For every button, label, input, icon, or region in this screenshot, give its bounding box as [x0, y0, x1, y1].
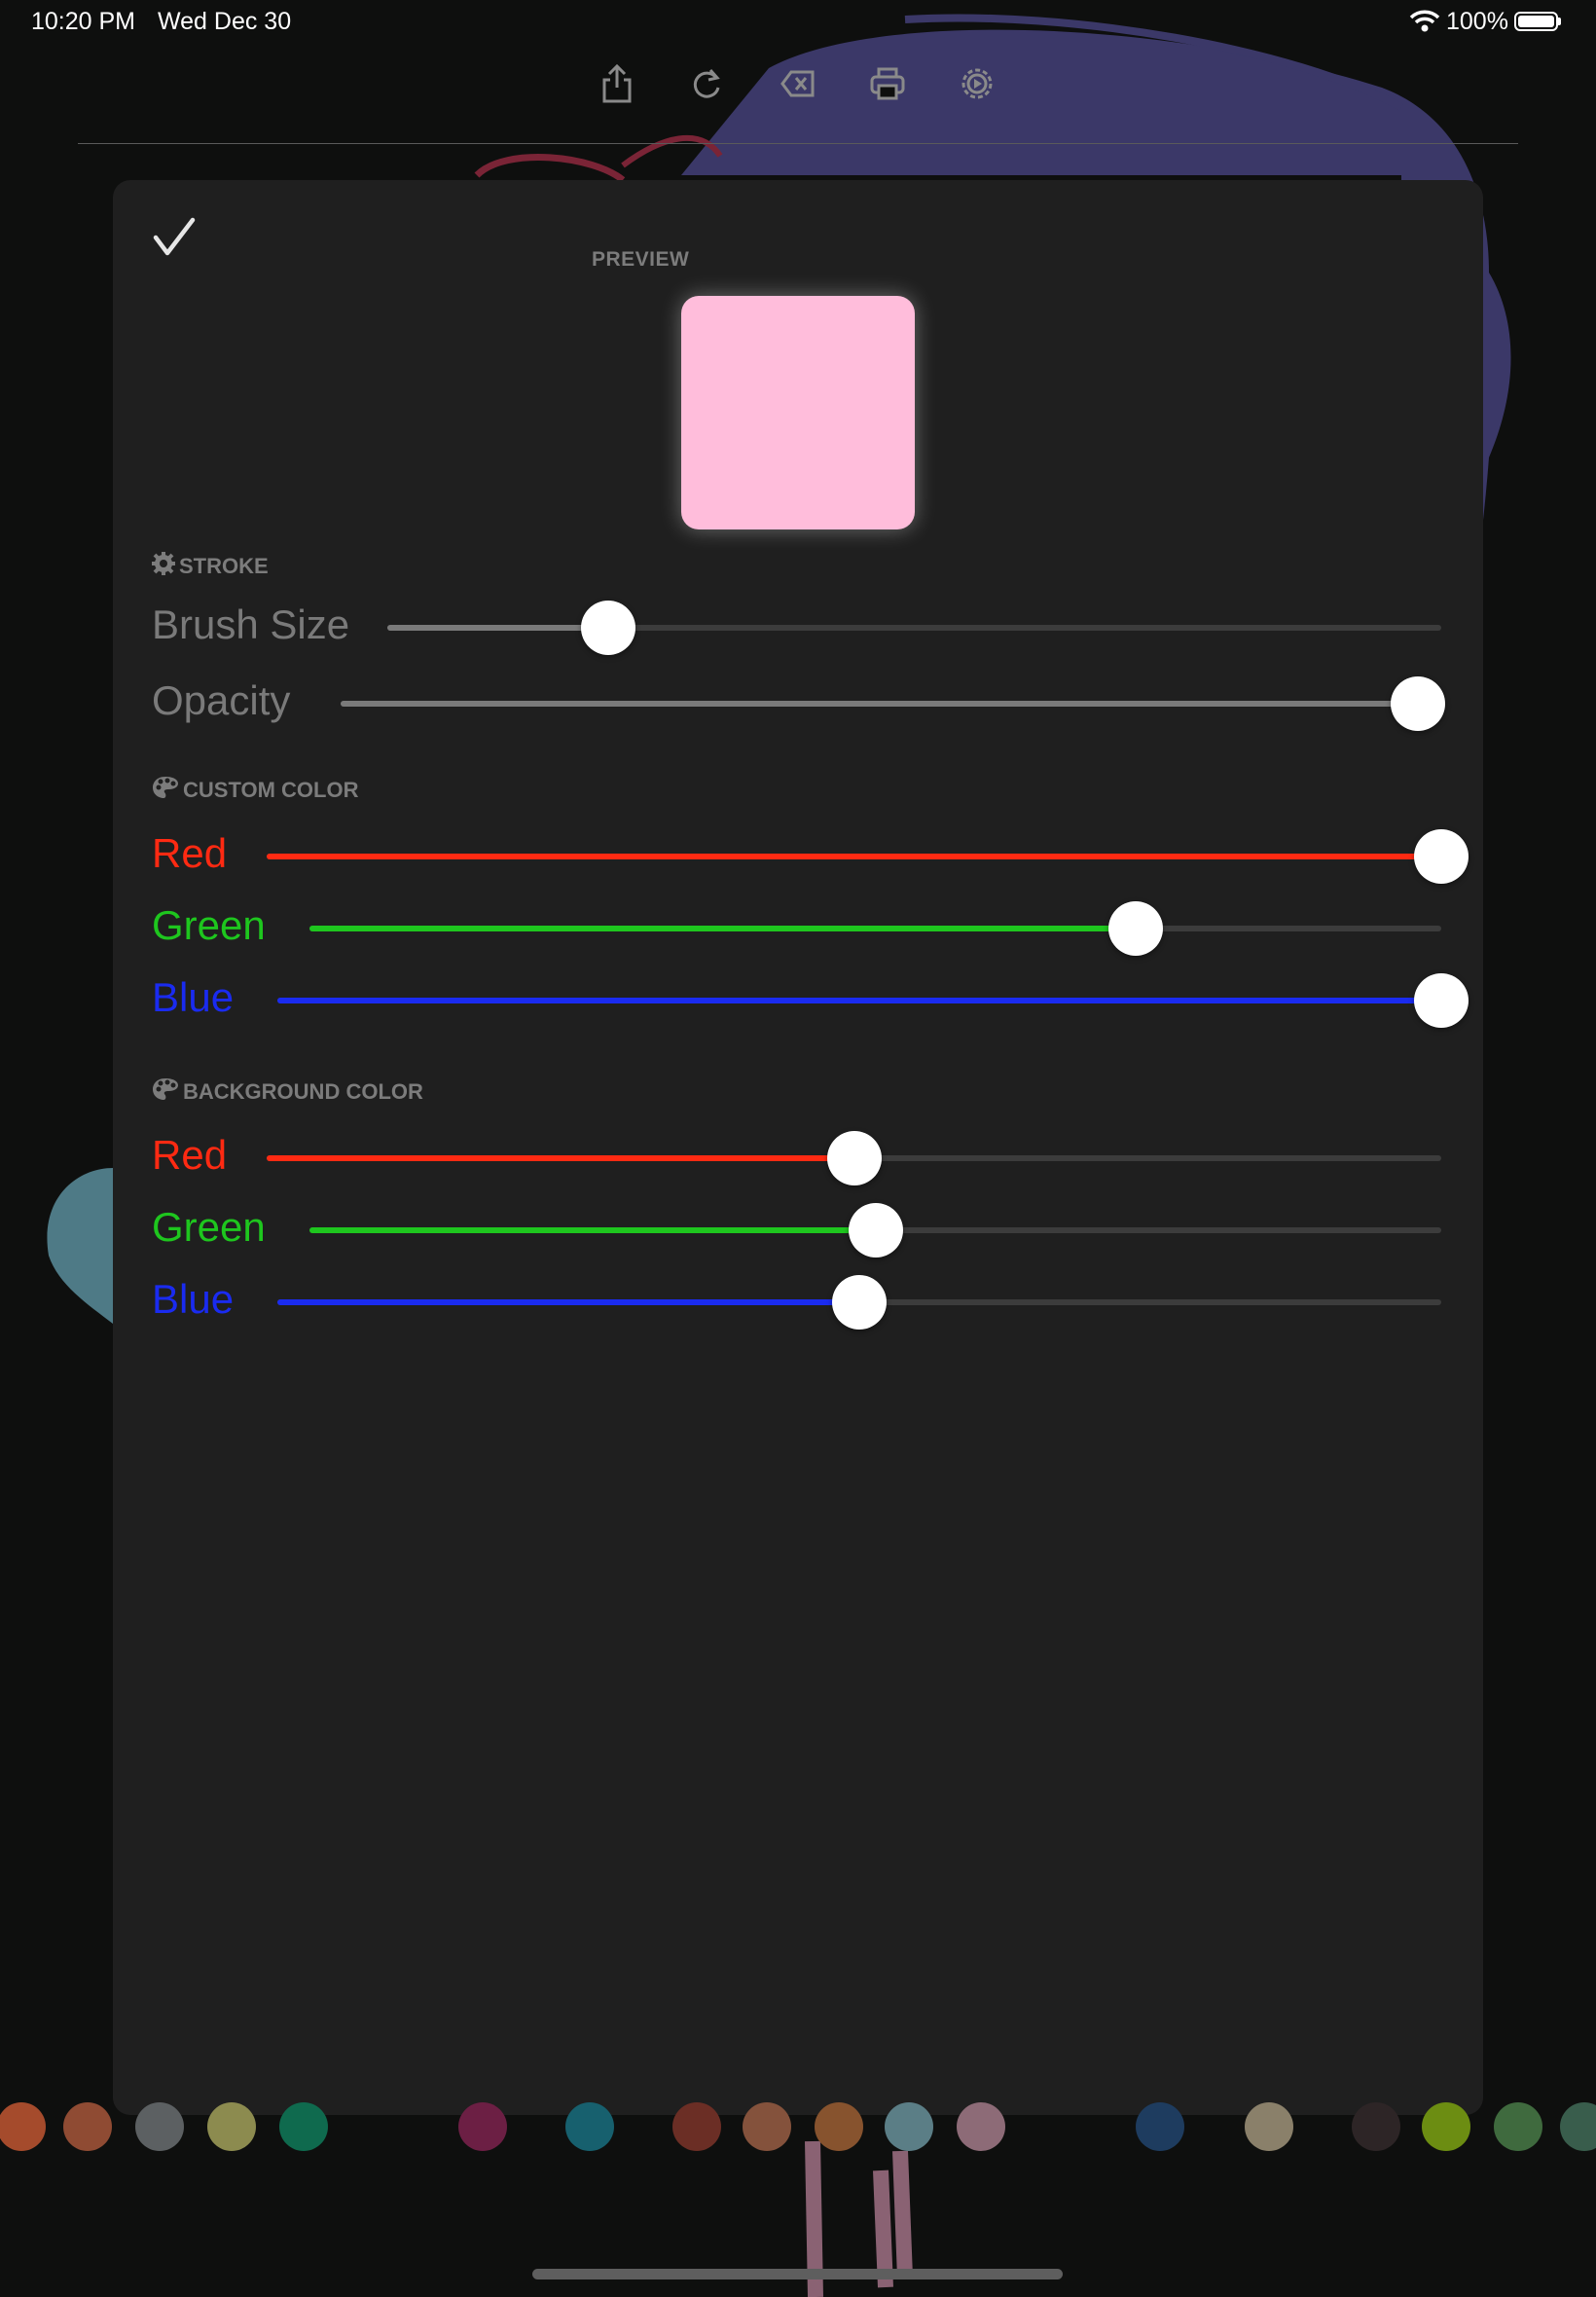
palette-color-dot[interactable]	[1422, 2102, 1470, 2151]
palette-icon	[152, 1077, 179, 1107]
custom-green-slider-fill	[309, 926, 1136, 931]
custom-red-slider[interactable]	[267, 829, 1469, 884]
opacity-slider[interactable]	[341, 676, 1445, 731]
custom-red-label: Red	[152, 830, 228, 876]
background-red-slider[interactable]	[267, 1131, 1441, 1185]
settings-icon[interactable]	[954, 60, 1000, 107]
checkmark-icon[interactable]	[152, 216, 197, 262]
palette-color-dot[interactable]	[458, 2102, 507, 2151]
background-blue-slider-fill	[277, 1299, 859, 1305]
share-icon[interactable]	[594, 60, 640, 107]
custom-color-section-heading: CUSTOM COLOR	[152, 776, 358, 805]
background-red-slider-fill	[267, 1155, 854, 1161]
brush-size-label: Brush Size	[152, 602, 350, 647]
stroke-section-heading: STROKE	[152, 552, 269, 581]
home-indicator	[532, 2269, 1063, 2279]
brush-size-slider-fill	[387, 625, 609, 631]
palette-color-dot[interactable]	[63, 2102, 112, 2151]
opacity-label: Opacity	[152, 677, 291, 723]
palette-color-dot[interactable]	[565, 2102, 614, 2151]
custom-blue-slider-thumb[interactable]	[1414, 973, 1469, 1028]
custom-red-slider-fill	[267, 854, 1441, 859]
background-green-label: Green	[152, 1204, 266, 1250]
background-color-section-heading: BACKGROUND COLOR	[152, 1077, 423, 1107]
palette-color-dot[interactable]	[1245, 2102, 1293, 2151]
status-date: Wed Dec 30	[158, 8, 292, 35]
palette-color-dot[interactable]	[135, 2102, 184, 2151]
background-green-slider[interactable]	[309, 1203, 1441, 1258]
custom-blue-slider[interactable]	[277, 973, 1469, 1028]
background-blue-label: Blue	[152, 1276, 235, 1322]
custom-green-slider[interactable]	[309, 901, 1441, 956]
palette-color-dot[interactable]	[207, 2102, 256, 2151]
brush-size-slider[interactable]	[387, 601, 1441, 655]
toolbar-divider	[78, 143, 1518, 144]
wifi-icon	[1409, 10, 1440, 38]
clear-icon[interactable]	[775, 60, 821, 107]
palette-color-dot[interactable]	[672, 2102, 721, 2151]
background-green-slider-thumb[interactable]	[848, 1203, 903, 1258]
background-red-slider-thumb[interactable]	[826, 1131, 882, 1185]
opacity-slider-fill	[341, 701, 1418, 707]
palette-color-dot[interactable]	[1136, 2102, 1184, 2151]
redo-icon[interactable]	[683, 60, 730, 107]
palette-color-dot[interactable]	[885, 2102, 933, 2151]
custom-green-slider-thumb[interactable]	[1107, 901, 1163, 956]
palette-color-dot[interactable]	[1352, 2102, 1400, 2151]
print-icon[interactable]	[864, 60, 911, 107]
palette-color-dot[interactable]	[1494, 2102, 1542, 2151]
palette-color-dot[interactable]	[815, 2102, 863, 2151]
background-blue-slider[interactable]	[277, 1275, 1441, 1330]
palette-color-dot[interactable]	[957, 2102, 1005, 2151]
background-red-label: Red	[152, 1132, 228, 1178]
background-green-slider-fill	[309, 1227, 876, 1233]
custom-blue-slider-fill	[277, 998, 1441, 1003]
preview-label: PREVIEW	[592, 248, 690, 271]
battery-icon	[1514, 12, 1561, 31]
gear-icon	[152, 552, 175, 581]
custom-green-label: Green	[152, 902, 266, 948]
battery-percent: 100%	[1446, 8, 1508, 35]
opacity-slider-thumb[interactable]	[1391, 676, 1445, 731]
status-time: 10:20 PM	[31, 8, 136, 35]
custom-blue-label: Blue	[152, 974, 235, 1020]
background-blue-slider-thumb[interactable]	[832, 1275, 887, 1330]
preview-swatch	[681, 296, 915, 529]
custom-red-slider-thumb[interactable]	[1414, 829, 1469, 884]
palette-icon	[152, 776, 179, 805]
palette-color-dot[interactable]	[279, 2102, 328, 2151]
palette-color-dot[interactable]	[743, 2102, 791, 2151]
